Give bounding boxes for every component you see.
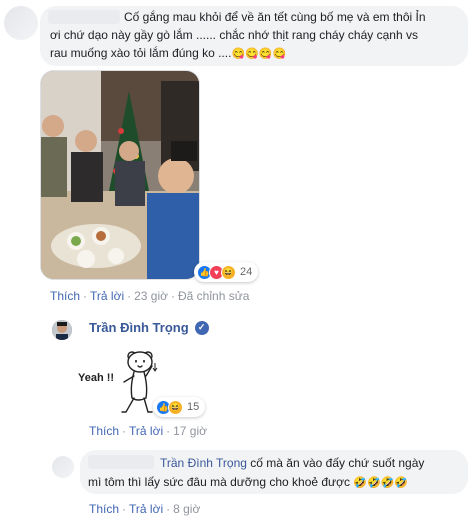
comment-text-line1-text: cố mà ăn vào đấy chứ suốt ngày (246, 456, 425, 470)
separator-dot: · (83, 289, 88, 303)
like-link[interactable]: Thích (50, 289, 80, 303)
mention-link[interactable]: Trần Đình Trọng (160, 456, 247, 470)
comment-text-line2: mì tôm thì lấy sức đâu mà dưỡng cho khoẻ… (88, 474, 408, 491)
commenter-avatar[interactable] (52, 456, 74, 478)
separator-dot: · (127, 289, 132, 303)
emoji-group: 😋😋😋😋 (231, 48, 287, 60)
reply-link[interactable]: Trả lời (129, 424, 163, 438)
haha-icon: 😆 (168, 399, 183, 415)
author-name[interactable]: Trần Đình Trọng ✓ (89, 320, 209, 335)
separator-dot: · (166, 424, 171, 438)
author-avatar[interactable] (52, 320, 72, 340)
sticker: Yeah !! (74, 346, 164, 418)
reply-link[interactable]: Trả lời (90, 289, 124, 303)
verified-badge-icon: ✓ (194, 320, 209, 335)
comment-text-line2-text: mì tôm thì lấy sức đâu mà dưỡng cho khoẻ… (88, 475, 350, 489)
comment-text-line3: rau muống xào tỏi lắm đúng ko ....😋😋😋😋 (50, 45, 286, 62)
photo-illustration (41, 71, 199, 279)
family-photo[interactable] (40, 70, 200, 280)
like-link[interactable]: Thích (89, 424, 119, 438)
separator-dot: · (122, 502, 127, 516)
comment-actions: Thích · Trả lời · 8 giờ (89, 502, 200, 516)
comment-text-line3-text: rau muống xào tỏi lắm đúng ko .... (50, 46, 232, 60)
author-name-text[interactable]: Trần Đình Trọng (89, 320, 189, 335)
comment-text-line1: Cố gắng mau khỏi để về ăn tết cùng bố mẹ… (124, 10, 426, 24)
reaction-count: 15 (187, 401, 200, 413)
commenter-avatar[interactable] (4, 6, 38, 40)
separator-dot: · (166, 502, 171, 516)
redacted-name (48, 10, 120, 24)
avatar-portrait (52, 320, 72, 340)
haha-icon: 😆 (221, 264, 236, 280)
reaction-summary[interactable]: 👍 ♥ 😆 24 (194, 262, 259, 282)
like-link[interactable]: Thích (89, 502, 119, 516)
timestamp[interactable]: 23 giờ (134, 289, 168, 303)
separator-dot: · (171, 289, 175, 303)
reaction-count: 24 (240, 266, 253, 278)
separator-dot: · (122, 424, 127, 438)
reaction-summary[interactable]: 👍 😆 15 (153, 397, 206, 417)
comment-text-line2: ơi chứ dạo này gầy gò lắm ...... chắc nh… (50, 28, 418, 42)
sticker-text: Yeah !! (78, 372, 115, 384)
timestamp[interactable]: 17 giờ (173, 424, 207, 438)
comment-text-line1: Trần Đình Trọng cố mà ăn vào đấy chứ suố… (160, 455, 424, 471)
redacted-name (88, 455, 154, 469)
emoji-group: 🤣🤣🤣🤣 (353, 477, 409, 489)
edited-label[interactable]: Đã chỉnh sửa (178, 289, 249, 303)
reply-link[interactable]: Trả lời (129, 502, 163, 516)
comment-actions: Thích · Trả lời · 23 giờ · Đã chỉnh sửa (50, 289, 249, 303)
timestamp[interactable]: 8 giờ (173, 502, 200, 516)
comment-actions: Thích · Trả lời · 17 giờ (89, 424, 207, 438)
